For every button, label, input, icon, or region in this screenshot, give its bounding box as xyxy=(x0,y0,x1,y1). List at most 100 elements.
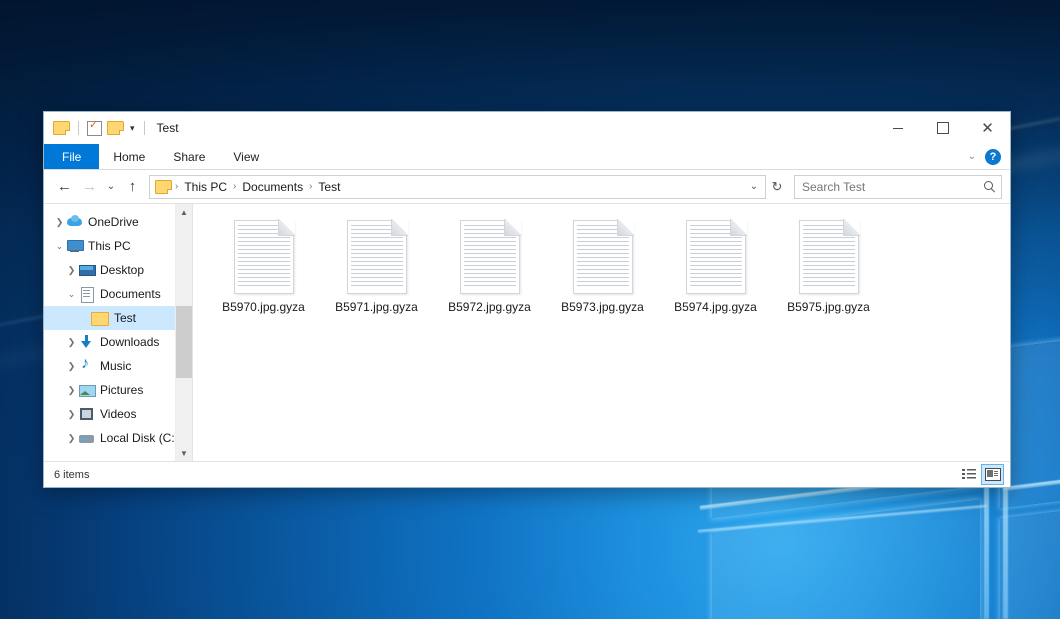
file-item[interactable]: B5975.jpg.gyza xyxy=(772,216,885,340)
tab-share[interactable]: Share xyxy=(159,144,219,169)
sidebar-item-label: Downloads xyxy=(100,335,159,349)
file-name: B5971.jpg.gyza xyxy=(335,300,418,314)
sidebar-item-label: Videos xyxy=(100,407,136,421)
file-name: B5973.jpg.gyza xyxy=(561,300,644,314)
maximize-button[interactable] xyxy=(920,112,965,144)
view-buttons xyxy=(958,464,1004,485)
forward-button: → xyxy=(77,175,102,199)
up-button[interactable]: ↑ xyxy=(120,175,145,199)
refresh-icon[interactable]: ↻ xyxy=(766,176,788,198)
status-bar: 6 items xyxy=(44,461,1010,487)
sidebar-item-local-disk-c[interactable]: ❯ Local Disk (C:) xyxy=(44,426,192,450)
file-name: B5974.jpg.gyza xyxy=(674,300,757,314)
cloud-icon xyxy=(67,214,83,230)
tab-file[interactable]: File xyxy=(44,144,99,169)
generic-document-icon xyxy=(686,220,746,294)
item-count-label: 6 items xyxy=(54,469,89,481)
history-dropdown-icon[interactable]: ⌄ xyxy=(745,177,763,197)
sidebar-item-label: Music xyxy=(100,359,131,373)
sidebar-item-pictures[interactable]: ❯ Pictures xyxy=(44,378,192,402)
search-icon[interactable] xyxy=(983,180,996,193)
sidebar-item-label: Test xyxy=(114,311,136,325)
pictures-icon xyxy=(79,382,95,398)
large-icons-view-button[interactable] xyxy=(981,464,1004,485)
chevron-down-icon[interactable]: ▾ xyxy=(129,124,136,133)
file-item[interactable]: B5971.jpg.gyza xyxy=(320,216,433,340)
desktop-background: ▾ Test ✕ File Home Share View ⌄ ? xyxy=(0,0,1060,619)
back-button[interactable]: ← xyxy=(52,175,77,199)
breadcrumb-item-documents[interactable]: Documents xyxy=(237,180,308,194)
breadcrumb-folder-icon[interactable] xyxy=(155,180,172,194)
breadcrumb-item-this-pc[interactable]: This PC xyxy=(179,180,232,194)
tab-home[interactable]: Home xyxy=(99,144,159,169)
twisty-collapsed-icon[interactable]: ❯ xyxy=(64,338,79,347)
breadcrumb-field[interactable]: › This PC › Documents › Test ⌄ xyxy=(149,175,766,199)
file-name: B5970.jpg.gyza xyxy=(222,300,305,314)
music-icon xyxy=(79,358,95,374)
file-item[interactable]: B5974.jpg.gyza xyxy=(659,216,772,340)
twisty-collapsed-icon[interactable]: ❯ xyxy=(52,218,67,227)
sidebar-item-label: Desktop xyxy=(100,263,144,277)
generic-document-icon xyxy=(460,220,520,294)
file-list-pane[interactable]: B5970.jpg.gyza B5971.jpg.gyza xyxy=(192,204,1010,461)
twisty-collapsed-icon[interactable]: ❯ xyxy=(64,266,79,275)
address-bar: ← → ⌄ ↑ › This PC › Documents › Test ⌄ ↻ xyxy=(44,170,1010,203)
qat-divider-2 xyxy=(144,121,145,135)
sidebar-item-documents[interactable]: ⌄ Documents xyxy=(44,282,192,306)
twisty-collapsed-icon[interactable]: ❯ xyxy=(64,434,79,443)
window-title: Test xyxy=(157,121,179,135)
sidebar-item-label: Documents xyxy=(100,287,161,301)
file-item[interactable]: B5972.jpg.gyza xyxy=(433,216,546,340)
ribbon-tabs: File Home Share View ⌄ ? xyxy=(44,144,1010,170)
search-box[interactable] xyxy=(794,175,1002,199)
folder-icon xyxy=(91,312,109,326)
details-view-button[interactable] xyxy=(958,465,979,484)
generic-document-icon xyxy=(799,220,859,294)
desktop-icon xyxy=(79,262,95,278)
twisty-collapsed-icon[interactable]: ❯ xyxy=(64,386,79,395)
scrollbar-thumb[interactable] xyxy=(176,306,192,378)
navigation-pane-scrollbar[interactable]: ▲ ▼ xyxy=(175,204,192,461)
folder-icon[interactable] xyxy=(53,121,70,135)
help-icon[interactable]: ? xyxy=(985,149,1001,165)
generic-document-icon xyxy=(234,220,294,294)
properties-icon[interactable] xyxy=(87,121,102,136)
sidebar-item-label: This PC xyxy=(88,239,131,253)
details-view-icon xyxy=(962,469,976,480)
recent-locations-button[interactable]: ⌄ xyxy=(102,175,120,199)
sidebar-item-desktop[interactable]: ❯ Desktop xyxy=(44,258,192,282)
close-button[interactable]: ✕ xyxy=(965,112,1010,144)
chevron-down-icon[interactable]: ⌄ xyxy=(968,151,976,162)
sidebar-item-onedrive[interactable]: ❯ OneDrive xyxy=(44,210,192,234)
sidebar-item-music[interactable]: ❯ Music xyxy=(44,354,192,378)
twisty-expanded-icon[interactable]: ⌄ xyxy=(64,290,79,299)
search-input[interactable] xyxy=(800,179,983,195)
tab-view[interactable]: View xyxy=(219,144,273,169)
sidebar-item-test[interactable]: Test xyxy=(44,306,192,330)
file-item[interactable]: B5973.jpg.gyza xyxy=(546,216,659,340)
twisty-collapsed-icon[interactable]: ❯ xyxy=(64,410,79,419)
sidebar-item-this-pc[interactable]: ⌄ This PC xyxy=(44,234,192,258)
new-folder-icon[interactable] xyxy=(107,121,124,135)
twisty-expanded-icon[interactable]: ⌄ xyxy=(52,242,67,251)
sidebar-item-videos[interactable]: ❯ Videos xyxy=(44,402,192,426)
scrollbar-track[interactable] xyxy=(176,220,192,445)
ribbon-right-controls: ⌄ ? xyxy=(968,144,1010,169)
documents-icon xyxy=(79,286,95,302)
ribbon-spacer xyxy=(273,144,967,169)
sidebar-item-downloads[interactable]: ❯ Downloads xyxy=(44,330,192,354)
window-body: ❯ OneDrive ⌄ This PC ❯ Desktop xyxy=(44,203,1010,461)
sidebar-item-label: OneDrive xyxy=(88,215,139,229)
generic-document-icon xyxy=(573,220,633,294)
scroll-down-arrow-icon[interactable]: ▼ xyxy=(176,445,192,461)
downloads-icon xyxy=(79,334,95,350)
file-grid: B5970.jpg.gyza B5971.jpg.gyza xyxy=(207,216,1000,340)
file-item[interactable]: B5970.jpg.gyza xyxy=(207,216,320,340)
twisty-collapsed-icon[interactable]: ❯ xyxy=(64,362,79,371)
minimize-button[interactable] xyxy=(875,112,920,144)
breadcrumb: › This PC › Documents › Test xyxy=(155,180,741,194)
scroll-up-arrow-icon[interactable]: ▲ xyxy=(176,204,192,220)
folder-tree: ❯ OneDrive ⌄ This PC ❯ Desktop xyxy=(44,204,192,461)
breadcrumb-item-test[interactable]: Test xyxy=(313,180,345,194)
disk-icon xyxy=(79,430,95,446)
